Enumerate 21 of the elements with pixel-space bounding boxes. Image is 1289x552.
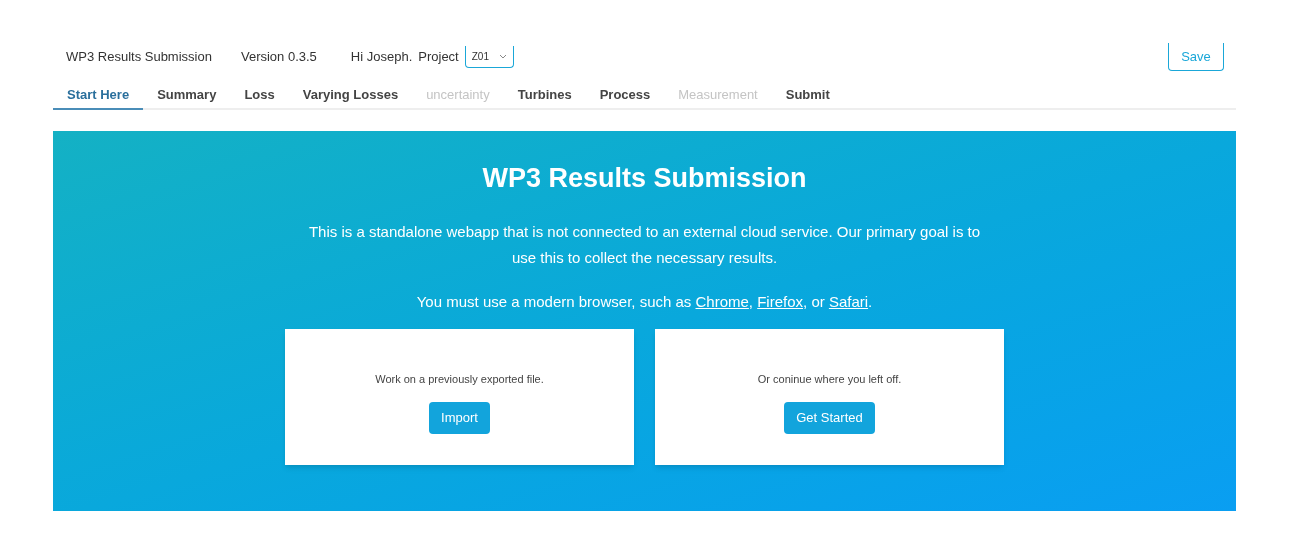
tab[interactable]: Loss bbox=[230, 82, 289, 110]
intro-text: This is a standalone webapp that is not connected to an external cloud service. Our primary goal is to use this to collect the necessary results. bbox=[307, 221, 982, 268]
tab[interactable]: Process bbox=[585, 82, 665, 110]
tab[interactable]: Varying Losses bbox=[288, 82, 413, 110]
chevron-down-icon bbox=[498, 54, 507, 59]
card-button[interactable]: Import bbox=[429, 401, 490, 434]
hero-title: WP3 Results Submission bbox=[482, 162, 807, 195]
project-dropdown[interactable]: Z01 bbox=[464, 46, 514, 68]
project-label: Project bbox=[418, 48, 459, 67]
version-label: Version 0.3.5 bbox=[240, 48, 317, 67]
greeting: Hi Joseph. bbox=[350, 48, 413, 67]
card-button[interactable]: Get Started bbox=[784, 401, 875, 434]
tab[interactable]: Start Here bbox=[53, 82, 144, 110]
tab[interactable]: Turbines bbox=[503, 82, 586, 110]
card-text: Work on a previously exported file. bbox=[375, 372, 544, 387]
tab[interactable]: Submit bbox=[771, 82, 844, 110]
browser-note: You must use a modern browser, such as Chrome, Firefox, or Safari. bbox=[416, 291, 873, 312]
tab[interactable]: Summary bbox=[143, 82, 231, 110]
app-title: WP3 Results Submission bbox=[66, 48, 212, 67]
save-button[interactable]: Save bbox=[1168, 43, 1224, 71]
card-text: Or coninue where you left off. bbox=[757, 372, 902, 387]
